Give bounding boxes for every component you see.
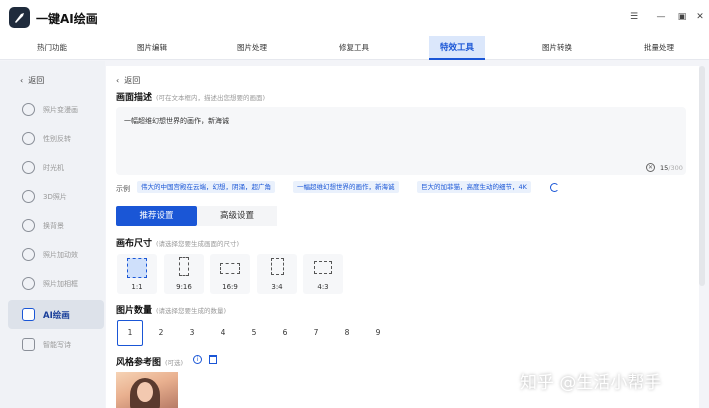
nav-tabs: 热门功能 图片编辑 图片处理 修复工具 特效工具 图片转换 批量处理 (0, 36, 709, 60)
tab-image-process[interactable]: 图片处理 (210, 36, 294, 60)
sidebar-item-label: 照片变漫画 (43, 105, 78, 114)
sidebar-item-gender-swap[interactable]: 性别反转 (8, 125, 104, 152)
scrollbar[interactable] (699, 66, 705, 286)
count-option[interactable]: 8 (334, 320, 360, 346)
size-option-9-16[interactable]: 9:16 (164, 254, 204, 294)
description-title: 画面描述 (可在文本框内，描述出您想要的画面) (116, 93, 266, 103)
portrait-ratio-icon (179, 257, 189, 276)
char-counter: 15/300 (660, 164, 683, 172)
canvas-size-hint: (请选择您要生成画面的尺寸) (156, 240, 240, 248)
menu-icon[interactable]: ☰ (628, 11, 640, 23)
sidebar-item-label: 3D照片 (43, 192, 67, 201)
back-button[interactable]: ‹ 返回 (116, 75, 140, 86)
count-option[interactable]: 4 (210, 320, 236, 346)
count-option[interactable]: 2 (148, 320, 174, 346)
title-bar: 一键AI绘画 ☰ — ▣ ✕ (0, 0, 709, 36)
cartoon-icon (22, 103, 35, 116)
style-ref-title: 风格参考图 (可选) (116, 358, 184, 368)
sidebar-item-label: AI绘画 (43, 310, 70, 321)
count-option[interactable]: 1 (117, 320, 143, 346)
background-icon (22, 219, 35, 232)
size-option-1-1[interactable]: 1:1 (117, 254, 157, 294)
close-icon[interactable]: ✕ (694, 11, 706, 23)
sidebar-item-smart-poem[interactable]: 智能写诗 (8, 331, 104, 358)
sidebar-item-label: 性别反转 (43, 134, 71, 143)
sidebar-item-label: 照片加动效 (43, 250, 78, 259)
style-ref-hint: (可选) (165, 359, 184, 367)
trash-icon[interactable] (209, 355, 217, 364)
recommended-settings-button[interactable]: 推荐设置 (116, 206, 197, 226)
landscape-ratio-icon (220, 263, 240, 274)
ai-icon (22, 308, 35, 321)
portrait-ratio-icon (271, 258, 284, 275)
description-value: 一幅超维幻想世界的画作，新海诚 (124, 117, 229, 125)
clock-icon (22, 161, 35, 174)
sidebar-item-photo-cartoon[interactable]: 照片变漫画 (8, 96, 104, 123)
image-count-hint: (请选择您要生成的数量) (156, 307, 227, 315)
sidebar-item-time-machine[interactable]: 时光机 (8, 154, 104, 181)
example-chip[interactable]: 巨大的加菲猫，高度生动的细节，4K (417, 181, 531, 193)
sidebar-item-3d-photo[interactable]: 3D照片 (8, 183, 104, 210)
landscape-ratio-icon (314, 261, 332, 274)
count-option[interactable]: 3 (179, 320, 205, 346)
motion-icon (22, 248, 35, 261)
size-option-4-3[interactable]: 4:3 (303, 254, 343, 294)
examples-label: 示例 (116, 185, 130, 193)
tab-image-edit[interactable]: 图片编辑 (110, 36, 194, 60)
minimize-icon[interactable]: — (655, 11, 667, 23)
sidebar-item-label: 时光机 (43, 163, 64, 172)
example-chip[interactable]: 伟大的中国宫殿在云端，幻想，阴涌，超广角 (137, 181, 275, 193)
count-option[interactable]: 9 (365, 320, 391, 346)
canvas-size-title: 画布尺寸 (请选择您要生成画面的尺寸) (116, 239, 240, 249)
sidebar-item-label: 照片加相框 (43, 279, 78, 288)
tab-batch-process[interactable]: 批量处理 (617, 36, 701, 60)
sidebar-item-label: 换背景 (43, 221, 64, 230)
advanced-settings-button[interactable]: 高级设置 (197, 206, 277, 226)
size-option-3-4[interactable]: 3:4 (257, 254, 297, 294)
sidebar-item-photo-frame[interactable]: 照片加相框 (8, 270, 104, 297)
app-title: 一键AI绘画 (36, 12, 98, 26)
tab-effects-tools[interactable]: 特效工具 (429, 36, 485, 60)
cube-icon (22, 190, 35, 203)
tab-hot-features[interactable]: 热门功能 (10, 36, 94, 60)
sidebar-back-button[interactable]: ‹ 返回 (20, 75, 44, 86)
sidebar-item-photo-motion[interactable]: 照片加动效 (8, 241, 104, 268)
size-option-16-9[interactable]: 16:9 (210, 254, 250, 294)
count-option[interactable]: 6 (272, 320, 298, 346)
tab-image-convert[interactable]: 图片转换 (515, 36, 599, 60)
clear-icon[interactable]: ✕ (646, 163, 655, 172)
brush-icon (9, 7, 30, 28)
count-option[interactable]: 5 (241, 320, 267, 346)
image-count-title: 图片数量 (请选择您要生成的数量) (116, 306, 227, 316)
ai-poem-icon (22, 338, 35, 351)
example-chip[interactable]: 一幅超维幻想世界的画作，新海诚 (293, 181, 399, 193)
count-option[interactable]: 7 (303, 320, 329, 346)
frame-icon (22, 277, 35, 290)
style-reference-image[interactable] (116, 372, 178, 408)
sidebar-item-change-background[interactable]: 换背景 (8, 212, 104, 239)
description-hint: (可在文本框内，描述出您想要的画面) (156, 94, 266, 102)
square-ratio-icon (127, 258, 147, 278)
watermark: 知乎 @生活小帮手 (520, 373, 662, 393)
info-icon[interactable]: i (193, 355, 202, 364)
sidebar-item-label: 智能写诗 (43, 340, 71, 349)
sidebar-item-ai-painting[interactable]: AI绘画 (8, 300, 104, 329)
sidebar: ‹ 返回 照片变漫画 性别反转 时光机 3D照片 换背景 照片加动效 照片加相框… (0, 61, 105, 408)
portrait-face (137, 382, 153, 402)
tab-repair-tools[interactable]: 修复工具 (312, 36, 396, 60)
gender-icon (22, 132, 35, 145)
maximize-icon[interactable]: ▣ (676, 11, 688, 23)
refresh-icon[interactable] (550, 183, 559, 192)
